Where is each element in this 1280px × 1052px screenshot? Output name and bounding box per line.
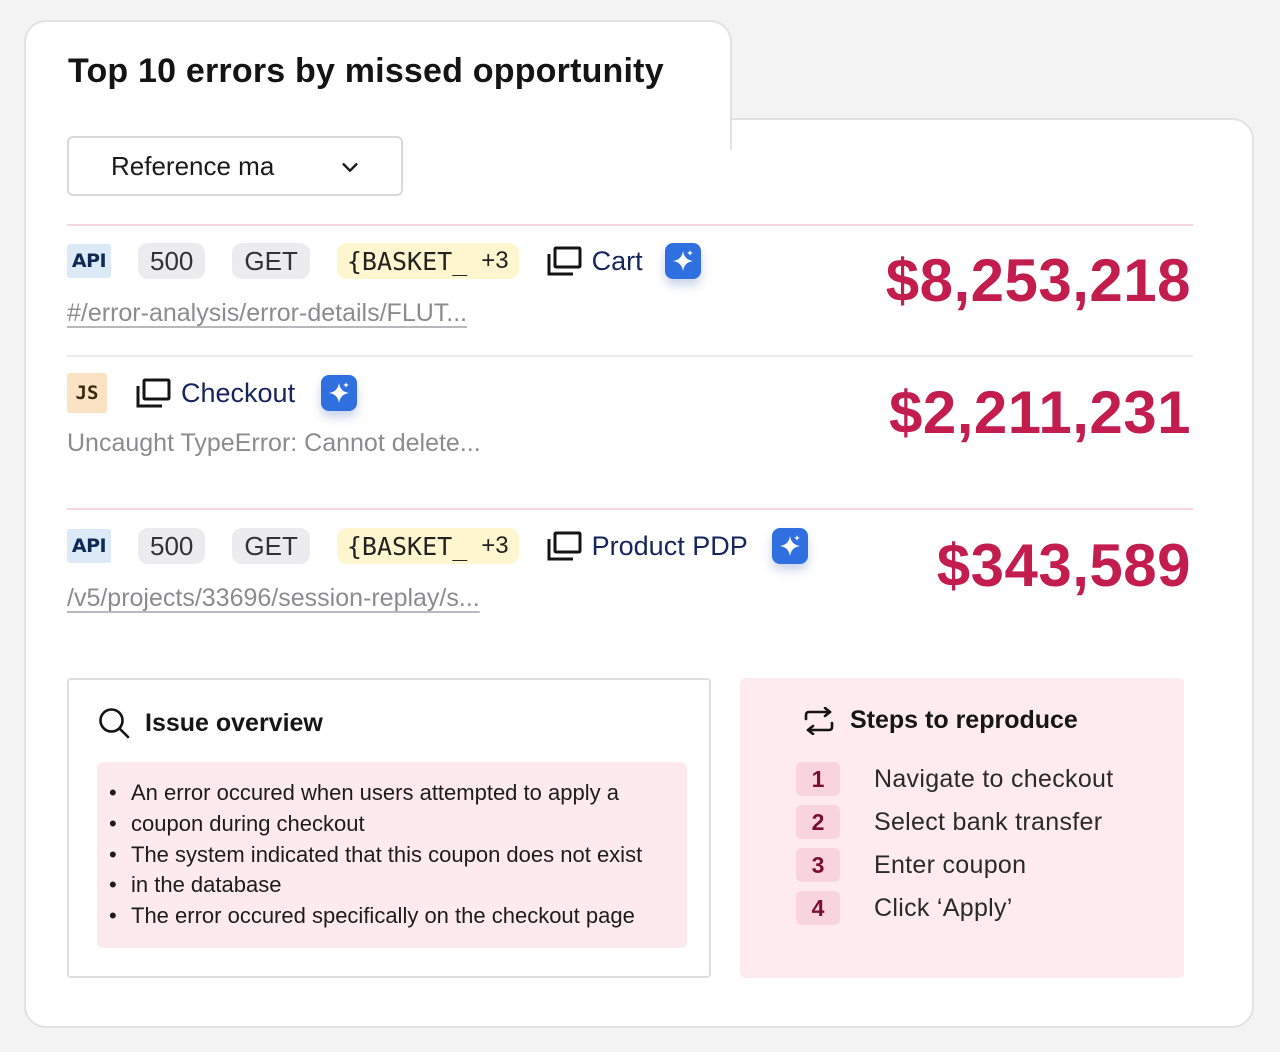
method-chip: GET (232, 528, 310, 564)
type-badge: API (67, 244, 111, 278)
issue-overview-title: Issue overview (145, 708, 323, 737)
window-stack-icon (547, 246, 582, 276)
window-stack-icon (547, 531, 582, 561)
chevron-down-icon (342, 163, 358, 172)
issue-overview-header: Issue overview (97, 706, 323, 740)
search-icon (99, 708, 130, 739)
step-text: Navigate to checkout (874, 764, 1114, 793)
steps-header: Steps to reproduce (802, 706, 1078, 735)
window-stack-icon (136, 378, 171, 408)
type-badge: JS (67, 373, 107, 413)
status-chip: 500 (138, 243, 206, 279)
steps-title: Steps to reproduce (850, 706, 1078, 734)
method-chip: GET (232, 243, 310, 279)
list-item: The error occured specifically on the ch… (109, 901, 675, 932)
issue-overview-panel: Issue overview An error occured when use… (67, 678, 711, 978)
param-more: +3 (481, 532, 509, 559)
error-path-link[interactable]: #/error-analysis/error-details/FLUT... (67, 299, 467, 328)
page-tag: Product PDP (546, 530, 748, 562)
step-text: Select bank transfer (874, 807, 1103, 836)
sparkle-icon (329, 382, 350, 403)
param-name: {BASKET_ (346, 246, 468, 276)
step-item: 3 Enter coupon (796, 848, 1026, 882)
step-item: 4 Click ‘Apply’ (796, 891, 1013, 925)
dropdown-value: Reference ma (111, 150, 275, 181)
param-chip: {BASKET_ +3 (336, 243, 519, 279)
ai-analyze-button[interactable] (664, 243, 701, 279)
step-number: 3 (796, 848, 840, 882)
error-path-link[interactable]: /v5/projects/33696/session-replay/s... (67, 584, 480, 613)
status-chip: 500 (138, 528, 206, 564)
row-divider (67, 508, 1193, 510)
page-name: Cart (591, 245, 643, 276)
repeat-icon (804, 706, 834, 735)
missed-amount: $2,211,231 (889, 379, 1191, 446)
missed-amount: $8,253,218 (885, 247, 1191, 314)
row-divider (67, 224, 1193, 226)
param-name: {BASKET_ (346, 531, 468, 561)
issue-overview-list: An error occured when users attempted to… (97, 762, 687, 948)
page-tag: Checkout (135, 377, 295, 409)
type-badge: API (67, 529, 111, 563)
page-name: Product PDP (591, 530, 748, 561)
page-name: Checkout (181, 377, 296, 408)
ai-analyze-button[interactable] (321, 375, 358, 411)
sparkle-icon (672, 250, 693, 271)
error-tags: API 500 GET {BASKET_ +3 Product PDP (67, 527, 808, 565)
list-item: coupon during checkout (109, 809, 675, 840)
step-number: 1 (796, 762, 840, 796)
error-tags: API 500 GET {BASKET_ +3 Cart (67, 242, 701, 280)
sparkle-icon (779, 535, 800, 556)
ai-analyze-button[interactable] (771, 528, 808, 564)
step-text: Click ‘Apply’ (874, 893, 1013, 922)
list-item: in the database (109, 870, 675, 901)
row-divider (67, 355, 1193, 357)
step-item: 1 Navigate to checkout (796, 762, 1113, 796)
step-text: Enter coupon (874, 850, 1027, 879)
missed-amount: $343,589 (936, 532, 1191, 599)
param-more: +3 (481, 247, 509, 274)
error-tags: JS Checkout (67, 372, 358, 414)
steps-panel: Steps to reproduce 1 Navigate to checkou… (740, 678, 1184, 978)
page-tag: Cart (546, 245, 643, 277)
error-message: Uncaught TypeError: Cannot delete... (67, 429, 481, 457)
step-number: 2 (796, 805, 840, 839)
page-title: Top 10 errors by missed opportunity (68, 52, 664, 90)
param-chip: {BASKET_ +3 (336, 528, 519, 564)
step-item: 2 Select bank transfer (796, 805, 1102, 839)
list-item: The system indicated that this coupon do… (109, 840, 675, 871)
list-item: An error occured when users attempted to… (109, 778, 675, 809)
step-number: 4 (796, 891, 840, 925)
reference-dropdown[interactable]: Reference ma (67, 136, 403, 196)
